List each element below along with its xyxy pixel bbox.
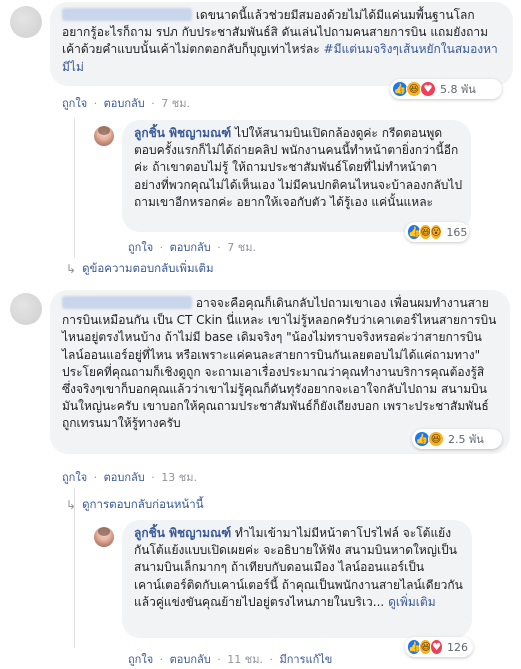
commenter-name-blurred[interactable] <box>62 296 192 309</box>
reaction-count: 5.8 พัน <box>440 83 476 96</box>
comment-actions: ถูกใจ · ตอบกลับ · 7 ชม. <box>62 94 193 112</box>
reaction-summary[interactable]: 👍 😆 ♥ 5.8 พัน <box>390 79 502 99</box>
reply-bubble: ลูกชิ้น พิชญามณฑ์ ไปให้สนามบินเปิดกล้องด… <box>122 120 471 232</box>
more-replies-link[interactable]: ↳ ดูข้อความตอบกลับเพิ่มเติม <box>66 260 214 278</box>
reply-link[interactable]: ตอบกลับ <box>170 241 211 254</box>
reply-link[interactable]: ตอบกลับ <box>104 471 145 484</box>
reaction-count: 2.5 พัน <box>448 433 484 446</box>
separator: · <box>159 241 164 254</box>
timestamp[interactable]: 7 ชม. <box>227 241 256 254</box>
comment-actions: ถูกใจ · ตอบกลับ · 7 ชม. <box>128 238 259 256</box>
reply-link[interactable]: ตอบกลับ <box>104 97 145 110</box>
separator: · <box>151 97 155 110</box>
commenter-avatar[interactable] <box>10 293 42 325</box>
comment-actions: ถูกใจ · ตอบกลับ · 13 ชม. <box>62 468 200 486</box>
separator: · <box>217 241 221 254</box>
more-replies-label[interactable]: ดูข้อความตอบกลับเพิ่มเติม <box>82 260 213 278</box>
separator: · <box>93 471 98 484</box>
separator: · <box>151 471 155 484</box>
love-reaction-icon: ♥ <box>420 81 436 97</box>
reaction-count: 126 <box>446 640 468 654</box>
separator: · <box>269 653 273 666</box>
reply-link[interactable]: ตอบกลับ <box>170 653 211 666</box>
timestamp[interactable]: 7 ชม. <box>161 97 190 110</box>
comment-actions: ถูกใจ · ตอบกลับ · 11 ชม. · มีการแก้ไข <box>128 650 335 668</box>
timestamp[interactable]: 13 ชม. <box>161 471 197 484</box>
commenter-avatar[interactable] <box>94 126 114 146</box>
love-reaction-icon: ♥ <box>430 639 443 655</box>
comment-bubble: เดขนาดนี้แล้วช่วยมีสมองด้วยไม่ได้มีแค่นม… <box>50 2 513 86</box>
commenter-avatar[interactable] <box>94 527 114 547</box>
commenter-name[interactable]: ลูกชิ้น พิชญามณฑ์ <box>134 526 231 540</box>
separator: · <box>93 97 98 110</box>
reaction-count: 165 <box>446 225 468 239</box>
commenter-name[interactable]: ลูกชิ้น พิชญามณฑ์ <box>134 126 231 140</box>
reaction-summary[interactable]: 👍 😆 2.5 พัน <box>412 429 502 449</box>
commenter-name-blurred[interactable] <box>62 8 192 21</box>
previous-replies-label[interactable]: ดูการตอบกลับก่อนหน้านี้ <box>82 496 204 514</box>
comment-text: อาจจะคือคุณก็เดินกลับไปถามเขาเอง เพื่อนผ… <box>62 296 497 431</box>
see-more-link[interactable]: ดูเพิ่มเติม <box>388 595 436 609</box>
thread-line <box>74 118 75 258</box>
like-link[interactable]: ถูกใจ <box>128 241 153 254</box>
reaction-summary[interactable]: 👍 😆 😮 165 <box>405 222 469 242</box>
timestamp[interactable]: 11 ชม. <box>227 653 263 666</box>
previous-replies-link[interactable]: ↳ ดูการตอบกลับก่อนหน้านี้ <box>66 496 204 514</box>
like-link[interactable]: ถูกใจ <box>128 653 153 666</box>
reply-bubble: ลูกชิ้น พิชญามณฑ์ ทำไมเข้ามาไม่มีหน้าตาโ… <box>122 520 472 638</box>
reaction-summary[interactable]: 👍 😆 ♥ 126 <box>405 637 473 657</box>
like-link[interactable]: ถูกใจ <box>62 97 87 110</box>
haha-reaction-icon: 😆 <box>428 431 444 447</box>
like-link[interactable]: ถูกใจ <box>62 471 87 484</box>
reply-arrow-icon: ↳ <box>66 262 77 276</box>
reply-arrow-icon: ↳ <box>66 498 77 512</box>
separator: · <box>159 653 164 666</box>
separator: · <box>217 653 221 666</box>
wow-reaction-icon: 😮 <box>429 224 443 240</box>
edited-label[interactable]: มีการแก้ไข <box>279 653 332 666</box>
commenter-avatar[interactable] <box>10 6 42 38</box>
